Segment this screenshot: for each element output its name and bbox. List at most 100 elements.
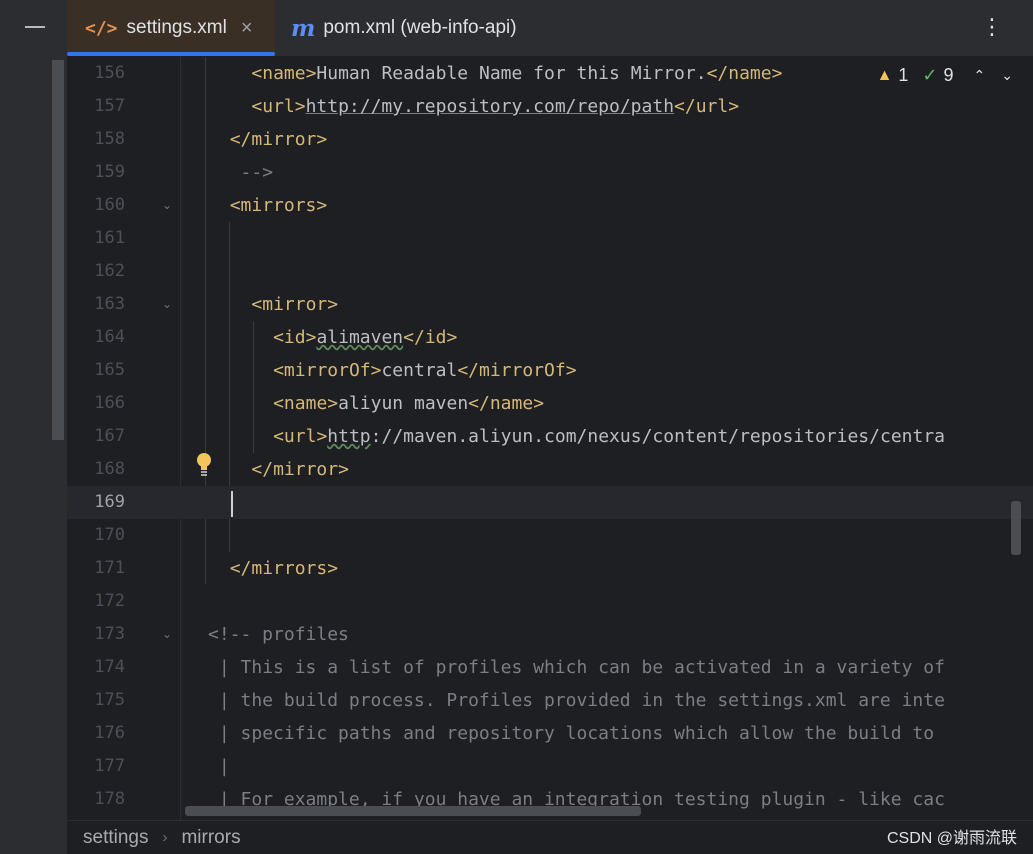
- minimize-icon[interactable]: [25, 26, 45, 28]
- code-text: </mirrors>: [230, 552, 338, 585]
- code-text: -->: [241, 156, 274, 189]
- code-text: <mirrorOf>central</mirrorOf>: [273, 354, 576, 387]
- code-token: -->: [240, 162, 274, 183]
- code-text: <mirror>: [251, 288, 338, 321]
- code-token: | specific paths and repository location…: [218, 723, 935, 744]
- code-text: </mirror>: [251, 453, 349, 486]
- vertical-scrollbar-thumb[interactable]: [1011, 501, 1021, 555]
- chevron-down-icon[interactable]: ⌄: [1001, 67, 1013, 84]
- code-line[interactable]: 165 <mirrorOf>central</mirrorOf>: [67, 354, 1033, 387]
- code-token: <id>: [273, 327, 317, 348]
- code-token: <name>: [273, 393, 339, 414]
- code-text: <!-- profiles: [208, 618, 349, 651]
- code-line[interactable]: 172: [67, 585, 1033, 618]
- line-number[interactable]: 157: [67, 90, 125, 123]
- line-number[interactable]: 166: [67, 387, 125, 420]
- chevron-up-icon[interactable]: ⌃: [974, 67, 986, 84]
- code-line[interactable]: 162: [67, 255, 1033, 288]
- fold-chevron-icon[interactable]: ⌄: [162, 627, 172, 641]
- code-text: | the build process. Profiles provided i…: [219, 684, 945, 717]
- line-number[interactable]: 167: [67, 420, 125, 453]
- line-number[interactable]: 176: [67, 717, 125, 750]
- maven-icon: m: [291, 14, 316, 42]
- line-number[interactable]: 162: [67, 255, 125, 288]
- code-token: http: [327, 426, 371, 447]
- code-line[interactable]: 164 <id>alimaven</id>: [67, 321, 1033, 354]
- line-number[interactable]: 161: [67, 222, 125, 255]
- code-token: <mirrors>: [229, 195, 328, 216]
- code-token: </mirrorOf>: [457, 360, 577, 381]
- code-token: | This is a list of profiles which can b…: [218, 657, 945, 678]
- tab-pom-xml[interactable]: m pom.xml (web-info-api): [291, 0, 571, 56]
- code-token: |: [218, 756, 230, 777]
- xml-file-icon: </>: [85, 17, 118, 39]
- code-line[interactable]: 175 | the build process. Profiles provide…: [67, 684, 1033, 717]
- code-token: ://maven.aliyun.com/nexus/content/reposi…: [370, 426, 945, 447]
- code-editor[interactable]: 156 <name>Human Readable Name for this Mi…: [67, 57, 1033, 820]
- code-token: <url>: [273, 426, 328, 447]
- code-token: </id>: [403, 327, 458, 348]
- code-line[interactable]: 158 </mirror>: [67, 123, 1033, 156]
- line-number[interactable]: 172: [67, 585, 125, 618]
- line-number[interactable]: 163: [67, 288, 125, 321]
- code-line[interactable]: 167 <url>http://maven.aliyun.com/nexus/co…: [67, 420, 1033, 453]
- code-line[interactable]: 160 ⌄ <mirrors>: [67, 189, 1033, 222]
- left-scrollbar-thumb[interactable]: [52, 60, 64, 440]
- line-number[interactable]: 171: [67, 552, 125, 585]
- code-line[interactable]: 170: [67, 519, 1033, 552]
- text-caret: [231, 491, 233, 517]
- code-line[interactable]: 176 | specific paths and repository locat…: [67, 717, 1033, 750]
- horizontal-scrollbar-thumb[interactable]: [185, 806, 641, 816]
- line-number[interactable]: 158: [67, 123, 125, 156]
- code-line[interactable]: 161: [67, 222, 1033, 255]
- inspection-widget[interactable]: ▲ 1 ✓ 9 ⌃ ⌄: [877, 65, 1013, 86]
- line-number[interactable]: 178: [67, 783, 125, 816]
- line-number[interactable]: 174: [67, 651, 125, 684]
- line-number[interactable]: 169: [67, 486, 125, 519]
- code-text: </mirror>: [230, 123, 328, 156]
- line-number[interactable]: 159: [67, 156, 125, 189]
- line-number[interactable]: 156: [67, 57, 125, 90]
- code-text: | This is a list of profiles which can b…: [219, 651, 945, 684]
- lightbulb-icon[interactable]: [195, 452, 213, 478]
- code-token: </mirror>: [251, 459, 349, 480]
- line-number[interactable]: 168: [67, 453, 125, 486]
- tab-settings-xml[interactable]: </> settings.xml ×: [67, 0, 275, 56]
- fold-chevron-icon[interactable]: ⌄: [162, 198, 172, 212]
- line-number[interactable]: 164: [67, 321, 125, 354]
- code-line[interactable]: 173 ⌄ <!-- profiles: [67, 618, 1033, 651]
- code-text: <name>Human Readable Name for this Mirro…: [251, 57, 782, 90]
- code-text: <mirrors>: [230, 189, 328, 222]
- check-icon: ✓: [922, 65, 938, 85]
- left-tool-strip: [0, 0, 68, 854]
- code-token: http://my.repository.com/repo/path: [305, 96, 675, 117]
- close-icon[interactable]: ×: [241, 17, 253, 40]
- code-line[interactable]: 177 |: [67, 750, 1033, 783]
- code-token: </mirrors>: [229, 558, 339, 579]
- breadcrumb-item-mirrors[interactable]: mirrors: [181, 827, 240, 849]
- line-number[interactable]: 175: [67, 684, 125, 717]
- code-token: aliyun maven: [338, 393, 469, 414]
- code-line[interactable]: 171 </mirrors>: [67, 552, 1033, 585]
- code-line[interactable]: 157 <url>http://my.repository.com/repo/pa…: [67, 90, 1033, 123]
- breadcrumb-item-settings[interactable]: settings: [83, 827, 148, 849]
- code-line[interactable]: 166 <name>aliyun maven</name>: [67, 387, 1033, 420]
- more-options-icon[interactable]: ⋮: [981, 16, 1003, 38]
- code-line[interactable]: 169: [67, 486, 1033, 519]
- line-number[interactable]: 173: [67, 618, 125, 651]
- code-token: <mirror>: [251, 294, 339, 315]
- code-line[interactable]: 174 | This is a list of profiles which ca…: [67, 651, 1033, 684]
- editor-tab-bar: </> settings.xml × m pom.xml (web-info-a…: [67, 0, 1033, 57]
- line-number[interactable]: 177: [67, 750, 125, 783]
- code-line[interactable]: 163 ⌄ <mirror>: [67, 288, 1033, 321]
- fold-chevron-icon[interactable]: ⌄: [162, 297, 172, 311]
- code-token: | the build process. Profiles provided i…: [218, 690, 945, 711]
- code-token: </name>: [468, 393, 545, 414]
- line-number[interactable]: 170: [67, 519, 125, 552]
- line-number[interactable]: 160: [67, 189, 125, 222]
- line-number[interactable]: 165: [67, 354, 125, 387]
- code-line[interactable]: 159 -->: [67, 156, 1033, 189]
- code-token: <mirrorOf>: [273, 360, 382, 381]
- code-text: |: [219, 750, 230, 783]
- code-token: </name>: [706, 63, 783, 84]
